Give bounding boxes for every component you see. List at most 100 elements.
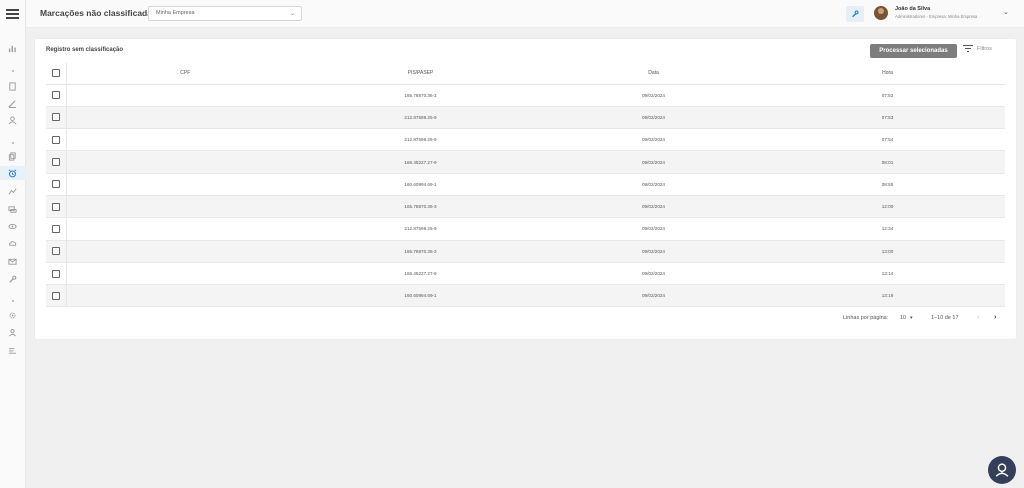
- cell-hora: 08:01: [770, 150, 1005, 174]
- row-checkbox[interactable]: [52, 158, 60, 167]
- row-select-cell: [46, 217, 66, 241]
- select-all-checkbox[interactable]: [52, 69, 60, 78]
- row-select-cell: [46, 195, 66, 219]
- row-select-cell: [46, 84, 66, 107]
- wrench-button[interactable]: [846, 6, 864, 22]
- cell-hora: 08:55: [770, 173, 1005, 196]
- select-all-cell: [46, 63, 66, 85]
- table-row[interactable]: 165.78870.36-3 09/02/2024 07:53: [46, 84, 1005, 107]
- cell-cpf: [65, 240, 304, 263]
- table-row[interactable]: 160.60994.69-1 09/02/2024 08:55: [46, 173, 1005, 196]
- cell-data: 09/02/2024: [537, 150, 770, 174]
- row-checkbox[interactable]: [52, 291, 60, 300]
- filters-button[interactable]: Filtros: [963, 45, 992, 57]
- cloud-icon[interactable]: [7, 239, 18, 248]
- table-row[interactable]: 166.45227.27-9 09/02/2024 08:01: [46, 150, 1005, 174]
- user-role: Administradores - Empresa: Minha Empresa: [895, 14, 978, 19]
- column-header-pis[interactable]: PIS/PASEP: [304, 63, 537, 85]
- pen-icon[interactable]: [7, 99, 18, 108]
- row-checkbox[interactable]: [52, 202, 60, 211]
- cell-data: 09/02/2024: [537, 240, 770, 263]
- cell-data: 09/02/2024: [537, 106, 770, 130]
- user-name: João da Silva: [895, 6, 931, 12]
- cell-hora: 07:53: [770, 106, 1005, 130]
- row-checkbox[interactable]: [52, 180, 60, 189]
- column-header-cpf[interactable]: CPF: [65, 63, 304, 85]
- row-checkbox[interactable]: [52, 269, 60, 278]
- row-checkbox[interactable]: [52, 247, 60, 256]
- sidebar-divider-dot: [12, 142, 14, 144]
- settings-icon[interactable]: [7, 311, 18, 320]
- row-checkbox[interactable]: [52, 91, 60, 100]
- trend-icon[interactable]: [7, 187, 18, 196]
- table-row[interactable]: 165.78870.36-3 09/02/2024 13:00: [46, 240, 1005, 263]
- chevron-down-icon[interactable]: ⌄: [1003, 8, 1009, 16]
- row-checkbox[interactable]: [52, 135, 60, 144]
- sidebar: [0, 0, 26, 488]
- cell-data: 09/02/2024: [537, 195, 770, 219]
- help-chat-button[interactable]: [988, 456, 1016, 484]
- rows-per-page-select[interactable]: 10: [900, 315, 906, 321]
- rows-per-page-label: Linhas por página:: [843, 315, 889, 321]
- cell-cpf: [65, 284, 304, 308]
- cell-hora: 13:00: [770, 240, 1005, 263]
- cell-hora: 07:54: [770, 128, 1005, 152]
- process-selected-button[interactable]: Processar selecionadas: [870, 44, 957, 58]
- caret-down-icon[interactable]: ▾: [910, 315, 913, 321]
- document-icon[interactable]: [7, 82, 18, 91]
- chart-icon[interactable]: [7, 44, 18, 53]
- cell-pis: 160.60994.69-1: [304, 173, 537, 196]
- row-select-cell: [46, 106, 66, 130]
- list-icon[interactable]: [7, 346, 18, 355]
- cell-data: 09/02/2024: [537, 173, 770, 196]
- cell-hora: 13:14: [770, 262, 1005, 286]
- cell-cpf: [65, 150, 304, 174]
- cell-pis: 212.87599.25-9: [304, 128, 537, 152]
- avatar[interactable]: [874, 6, 888, 20]
- cell-cpf: [65, 106, 304, 130]
- chevron-right-icon[interactable]: ›: [994, 314, 996, 321]
- person-icon[interactable]: [7, 328, 18, 337]
- eye-icon[interactable]: [7, 222, 18, 231]
- cell-pis: 165.78870.36-3: [304, 240, 537, 263]
- user-icon[interactable]: [7, 116, 18, 125]
- menu-icon[interactable]: [6, 9, 20, 19]
- filter-icon: [963, 45, 973, 53]
- mail-icon[interactable]: [7, 257, 18, 266]
- table-row[interactable]: 165.78870.36-3 09/02/2024 12:00: [46, 195, 1005, 219]
- chevron-left-icon[interactable]: ‹: [977, 314, 979, 321]
- cell-cpf: [65, 173, 304, 196]
- unclassified-records-card: Registro sem classificação Processar sel…: [35, 39, 1016, 339]
- wrench-icon[interactable]: [7, 275, 18, 284]
- row-select-cell: [46, 150, 66, 174]
- cell-hora: 12:34: [770, 217, 1005, 241]
- column-header-hora[interactable]: Hora: [770, 63, 1005, 85]
- cell-cpf: [65, 128, 304, 152]
- row-select-cell: [46, 128, 66, 152]
- cell-data: 09/02/2024: [537, 84, 770, 107]
- row-select-cell: [46, 284, 66, 308]
- company-select[interactable]: Minha Empresa ⌄: [148, 6, 302, 21]
- sidebar-divider-dot: [12, 300, 14, 302]
- cell-cpf: [65, 262, 304, 286]
- records-table: CPF PIS/PASEP Data Hora 165.78870.36-3 09…: [46, 63, 1005, 308]
- cell-hora: 07:53: [770, 84, 1005, 107]
- table-row[interactable]: 212.87599.25-9 09/02/2024 12:34: [46, 217, 1005, 241]
- cell-hora: 12:00: [770, 195, 1005, 219]
- chat-icon[interactable]: [7, 205, 18, 214]
- table-row[interactable]: 160.60994.69-1 09/02/2024 13:19: [46, 284, 1005, 308]
- row-checkbox[interactable]: [52, 224, 60, 233]
- cell-pis: 212.87599.25-9: [304, 106, 537, 130]
- table-row[interactable]: 212.87599.25-9 09/02/2024 07:53: [46, 106, 1005, 130]
- cell-pis: 166.45227.27-9: [304, 262, 537, 286]
- cell-data: 09/02/2024: [537, 262, 770, 286]
- table-row[interactable]: 212.87599.25-9 09/02/2024 07:54: [46, 128, 1005, 152]
- column-header-data[interactable]: Data: [537, 63, 770, 85]
- row-checkbox[interactable]: [52, 113, 60, 122]
- copy-icon[interactable]: [7, 152, 18, 161]
- cell-data: 09/02/2024: [537, 217, 770, 241]
- row-select-cell: [46, 240, 66, 263]
- table-row[interactable]: 166.45227.27-9 09/02/2024 13:14: [46, 262, 1005, 286]
- alarm-clock-icon[interactable]: [7, 169, 18, 178]
- cell-data: 09/02/2024: [537, 128, 770, 152]
